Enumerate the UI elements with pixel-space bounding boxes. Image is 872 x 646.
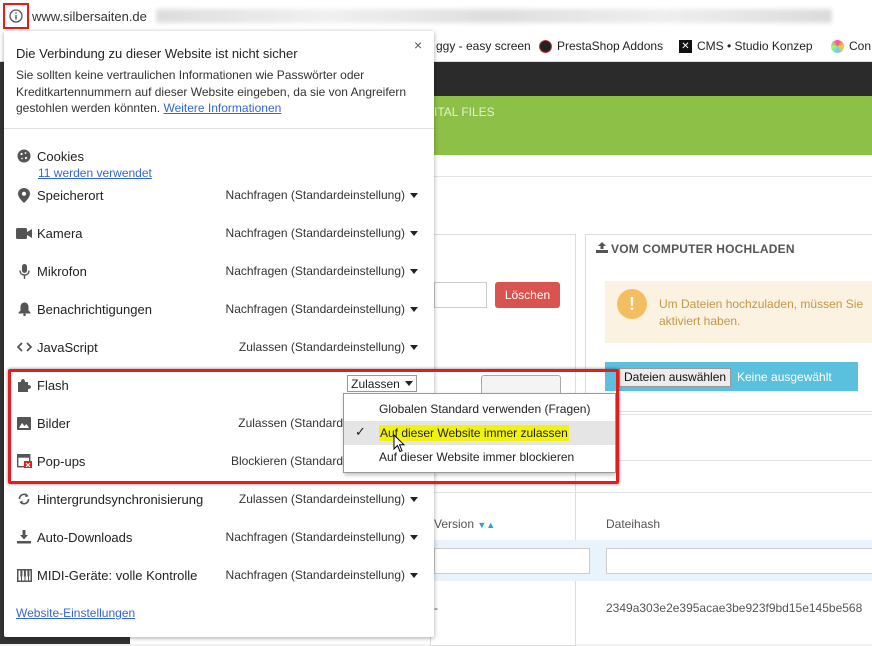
delete-button[interactable]: Löschen [495, 282, 560, 308]
permission-label: Speicherort [37, 188, 104, 203]
permission-location: Speicherort Nachfragen (Standardeinstell… [0, 187, 436, 225]
bookmark-item[interactable]: ✕ CMS • Studio Konzep [679, 39, 813, 53]
url-text: www.silbersaiten.de [32, 9, 147, 24]
column-header-version[interactable]: Version ▼▲ [434, 517, 495, 531]
permission-label: Benachrichtigungen [37, 302, 152, 317]
permission-midi: MIDI-Geräte: volle Kontrolle Nachfragen … [0, 567, 436, 605]
text-input[interactable] [434, 282, 487, 308]
code-icon [16, 339, 32, 355]
chevron-down-icon [410, 534, 418, 540]
cookies-count-link[interactable]: 11 werden verwendet [38, 166, 152, 180]
chevron-down-icon [410, 268, 418, 274]
site-settings-link[interactable]: Website-Einstellungen [16, 606, 135, 620]
microphone-icon [16, 263, 32, 279]
info-icon [9, 9, 23, 23]
filter-input-dateihash[interactable] [606, 548, 872, 574]
chevron-down-icon [410, 192, 418, 198]
highlight-annotation-frame [8, 369, 619, 484]
cookie-icon [16, 148, 32, 164]
permission-label: MIDI-Geräte: volle Kontrolle [37, 568, 198, 583]
divider [430, 492, 872, 493]
permission-background-sync: Hintergrundsynchronisierung Zulassen (St… [0, 491, 436, 529]
address-bar[interactable]: www.silbersaiten.de [0, 0, 872, 33]
permission-camera: Kamera Nachfragen (Standardeinstellung) [0, 225, 436, 263]
permission-select[interactable]: Nachfragen (Standardeinstellung) [226, 264, 418, 278]
sync-icon [16, 491, 32, 507]
permission-select[interactable]: Zulassen (Standardeinstellung) [239, 340, 418, 354]
prestashop-icon [539, 39, 552, 53]
no-file-selected-text: Keine ausgewählt [737, 370, 832, 384]
cms-icon: ✕ [679, 39, 692, 53]
divider [430, 176, 872, 177]
bookmark-item[interactable]: ggy - easy screen [436, 39, 531, 53]
permission-auto-downloads: Auto-Downloads Nachfragen (Standardeinst… [0, 529, 436, 567]
upload-panel-title: VOM COMPUTER HOCHLADEN [596, 242, 795, 256]
location-pin-icon [16, 187, 32, 203]
popup-title: Die Verbindung zu dieser Website ist nic… [16, 46, 298, 61]
camera-icon [16, 225, 32, 241]
colorful-icon [831, 39, 844, 53]
permission-select[interactable]: Zulassen (Standardeinstellung) [239, 492, 418, 506]
chevron-down-icon [410, 344, 418, 350]
bookmark-item[interactable]: PrestaShop Addons [539, 39, 663, 53]
permission-label: JavaScript [37, 340, 98, 355]
permission-select[interactable]: Nachfragen (Standardeinstellung) [226, 568, 418, 582]
url-blurred [156, 9, 832, 23]
popup-description: Sie sollten keine vertraulichen Informat… [16, 68, 407, 115]
midi-icon [16, 567, 32, 583]
table-cell-hash: 2349a303e2e395acae3be923f9bd15e145be568 [606, 601, 863, 615]
chevron-down-icon [410, 572, 418, 578]
cookies-label: Cookies [37, 149, 84, 164]
more-info-link[interactable]: Weitere Informationen [163, 101, 281, 115]
upload-warning-text: Um Dateien hochzuladen, müssen Sie aktiv… [659, 297, 864, 328]
warning-icon: ! [617, 289, 647, 319]
permission-notifications: Benachrichtigungen Nachfragen (Standarde… [0, 301, 436, 339]
bookmark-item[interactable]: Con [831, 39, 871, 53]
permission-select[interactable]: Nachfragen (Standardeinstellung) [226, 188, 418, 202]
permission-label: Mikrofon [37, 264, 87, 279]
chevron-down-icon [410, 230, 418, 236]
permission-label: Kamera [37, 226, 83, 241]
divider [4, 128, 434, 129]
upload-icon [596, 242, 608, 256]
permission-label: Auto-Downloads [37, 530, 133, 545]
bell-icon [16, 301, 32, 317]
permission-label: Hintergrundsynchronisierung [37, 492, 204, 507]
sort-icon[interactable]: ▼▲ [477, 520, 495, 530]
mouse-cursor-icon [393, 434, 405, 453]
download-icon [16, 529, 32, 545]
close-icon[interactable]: × [414, 37, 422, 53]
choose-files-button[interactable]: Dateien auswählen [619, 368, 732, 387]
chevron-down-icon [410, 496, 418, 502]
site-info-button[interactable] [3, 3, 29, 29]
column-header-dateihash: Dateihash [606, 517, 661, 531]
permission-select[interactable]: Nachfragen (Standardeinstellung) [226, 302, 418, 316]
permission-select[interactable]: Nachfragen (Standardeinstellung) [226, 226, 418, 240]
permission-microphone: Mikrofon Nachfragen (Standardeinstellung… [0, 263, 436, 301]
permission-select[interactable]: Nachfragen (Standardeinstellung) [226, 530, 418, 544]
chevron-down-icon [410, 306, 418, 312]
green-header-text: ITAL FILES [434, 105, 495, 119]
filter-input-version[interactable] [434, 548, 590, 574]
